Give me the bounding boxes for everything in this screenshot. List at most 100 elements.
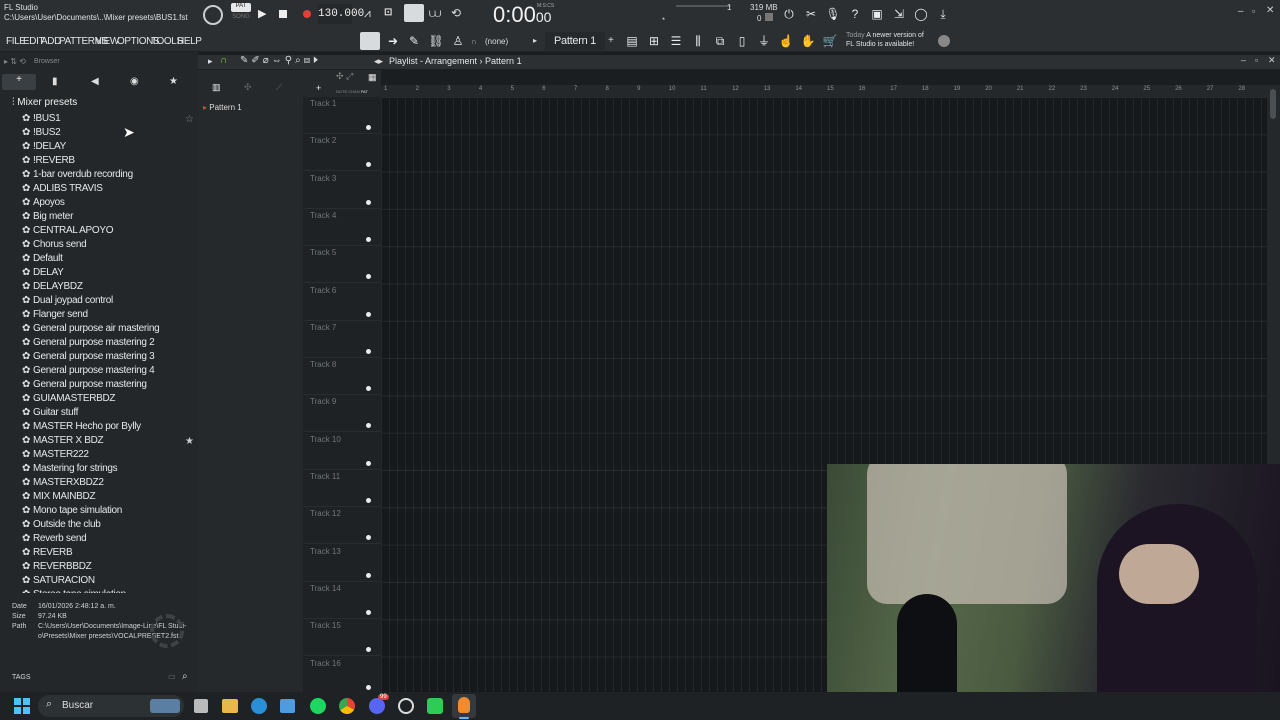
metronome-icon[interactable]: ⩘ [364,6,371,21]
menu-add[interactable]: ADD [41,36,61,47]
pat-song-toggle[interactable] [203,5,223,25]
browser-favorites-tab[interactable]: ★ [169,76,178,87]
store-icon[interactable] [280,699,295,713]
news-panel[interactable]: Today A newer version of FL Studio is av… [846,31,924,49]
pencil-icon[interactable]: ✎ [405,32,423,50]
favorite-star-filled-icon[interactable]: ★ [185,436,194,447]
magnet-icon[interactable]: ∩ [471,37,477,46]
preset-item[interactable]: ✿ MASTER Hecho por Bylly [22,421,141,433]
preset-item[interactable]: ✿ GUIAMASTERBDZ [22,393,116,405]
track-mute-led[interactable] [366,572,371,578]
track-mute-led[interactable] [366,311,371,317]
chrome-icon[interactable] [339,698,355,714]
plug-icon[interactable]: ⏚ [755,32,773,50]
preset-item[interactable]: ✿ REVERB [22,547,73,559]
playlist-minimize-icon[interactable]: – [1241,55,1246,65]
spotify-icon[interactable] [310,698,326,714]
browser-all-tab[interactable]: + [2,74,36,90]
preset-item[interactable]: ✿ General purpose mastering 3 [22,351,155,363]
preset-item[interactable]: ✿ MASTERXBDZ2 [22,477,104,489]
track-header[interactable]: Track 15 [303,619,381,657]
record-icon[interactable] [303,10,311,18]
preset-item[interactable]: ✿ General purpose mastering 2 [22,337,155,349]
preset-item[interactable]: ✿ CENTRAL APOYO [22,225,114,237]
track-header[interactable]: Track 8 [303,358,381,396]
track-mute-led[interactable] [366,348,371,354]
preset-item[interactable]: ✿ !DELAY [22,141,66,153]
preset-item[interactable]: ✿ REVERBBDZ [22,561,92,573]
preset-item[interactable]: ✿ Default [22,253,63,265]
playlist-icon[interactable]: ▤ [623,32,641,50]
chat-icon[interactable]: ◯ [912,5,930,23]
task-view-icon[interactable] [194,699,208,713]
browser-plugins-tab[interactable]: ◀ [91,76,99,87]
preset-item[interactable]: ✿ General purpose mastering 4 [22,365,155,377]
browser-options-icon[interactable]: ▸ ⇅ ⟲ [4,57,26,66]
preset-item[interactable]: ✿ MASTER222 [22,449,89,461]
track-mute-led[interactable] [366,236,371,242]
preset-item[interactable]: ✿ DELAY [22,267,64,279]
preset-item[interactable]: ✿ SATURACION [22,575,95,587]
piano-icon[interactable]: ▥ [212,82,221,93]
preset-item[interactable]: ✿ General purpose mastering [22,379,147,391]
wait-icon[interactable]: ⊡ [384,7,392,18]
track-mute-led[interactable] [366,609,371,615]
track-mute-led[interactable] [366,423,371,429]
preset-item[interactable]: ✿ 1-bar overdub recording [22,169,133,181]
obs-icon[interactable] [398,698,414,714]
track-header[interactable]: Track 9 [303,395,381,433]
preset-item[interactable]: ✿ Guitar stuff [22,407,78,419]
playlist-arrow-icon[interactable]: ▸ [208,56,213,67]
track-header[interactable]: Track 13 [303,545,381,582]
preset-item[interactable]: ✿ General purpose air mastering [22,323,160,335]
preset-item[interactable]: ✿ Dual joypad control [22,295,113,307]
preset-item[interactable]: ✿ Outside the club [22,519,101,531]
zoom-icon[interactable]: ✣ ⤢ [336,71,353,82]
preset-item[interactable]: ✿ MASTER X BDZ [22,435,104,447]
kick-icon[interactable] [427,698,443,714]
track-mute-led[interactable] [366,460,371,466]
track-header[interactable]: Track 5 [303,246,381,284]
search-icon[interactable]: ⌕ [182,671,188,682]
track-mute-led[interactable] [366,199,371,205]
preset-item[interactable]: ✿ Mono tape simulation [22,505,122,517]
track-header[interactable]: Track 10 [303,433,381,470]
globe-icon[interactable] [938,35,950,47]
play-icon[interactable]: ▶ [258,7,266,20]
countdown-icon[interactable] [404,4,424,22]
link-icon[interactable]: ⛓ [427,32,445,50]
blend-notes-icon[interactable]: ⩊ [429,6,441,21]
track-mute-led[interactable] [366,386,371,392]
edge-icon[interactable] [251,698,267,714]
tempo-display[interactable]: 130.000 [318,4,364,24]
touch-icon[interactable]: ☝ [777,32,795,50]
export-icon[interactable]: ⇲ [890,5,908,23]
piano-roll-small-icon[interactable]: ▦ [368,72,377,83]
preset-item[interactable]: ✿ Big meter [22,211,73,223]
pattern-prev-icon[interactable]: ▸ [533,36,537,45]
track-mute-led[interactable] [366,535,371,541]
preset-item[interactable]: ✿ DELAYBDZ [22,281,83,293]
audio-icon[interactable]: ✣ [244,82,252,93]
add-track-icon[interactable]: + [316,83,321,93]
picker-item[interactable]: ▸ Pattern 1 [203,103,242,112]
stamp-icon[interactable]: ♙ [449,32,467,50]
browser-files-tab[interactable]: ▮ [52,76,58,87]
track-header[interactable]: Track 12 [303,507,381,545]
preset-item[interactable]: ✿ !BUS2 [22,127,61,139]
save-icon[interactable]: ▣ [868,5,886,23]
piano-roll-icon[interactable]: ⊞ [645,32,663,50]
taskbar-search[interactable]: ⌕ Buscar [38,695,184,717]
tempo-tapper-icon[interactable]: ✋ [799,32,817,50]
track-header[interactable]: Track 7 [303,321,381,358]
playlist-maximize-icon[interactable]: ▫ [1255,55,1258,65]
add-pattern-icon[interactable]: + [608,35,614,46]
track-header[interactable]: Track 16 [303,657,381,694]
plugin-picker-icon[interactable]: ⧉ [711,32,729,50]
timeline-ruler[interactable]: 1 2 3 4 5 6 7 8 9 10 11 12 13 14 15 16 17 18 19 20 21 22 23 24 2… [381,85,1267,97]
track-header[interactable]: Track 3 [303,172,381,209]
preset-item[interactable]: ✿ Chorus send [22,239,87,251]
track-header[interactable]: Track 4 [303,209,381,246]
playlist-scroll-icon[interactable]: ◂▸ [374,56,383,67]
discord-icon[interactable] [369,698,385,714]
